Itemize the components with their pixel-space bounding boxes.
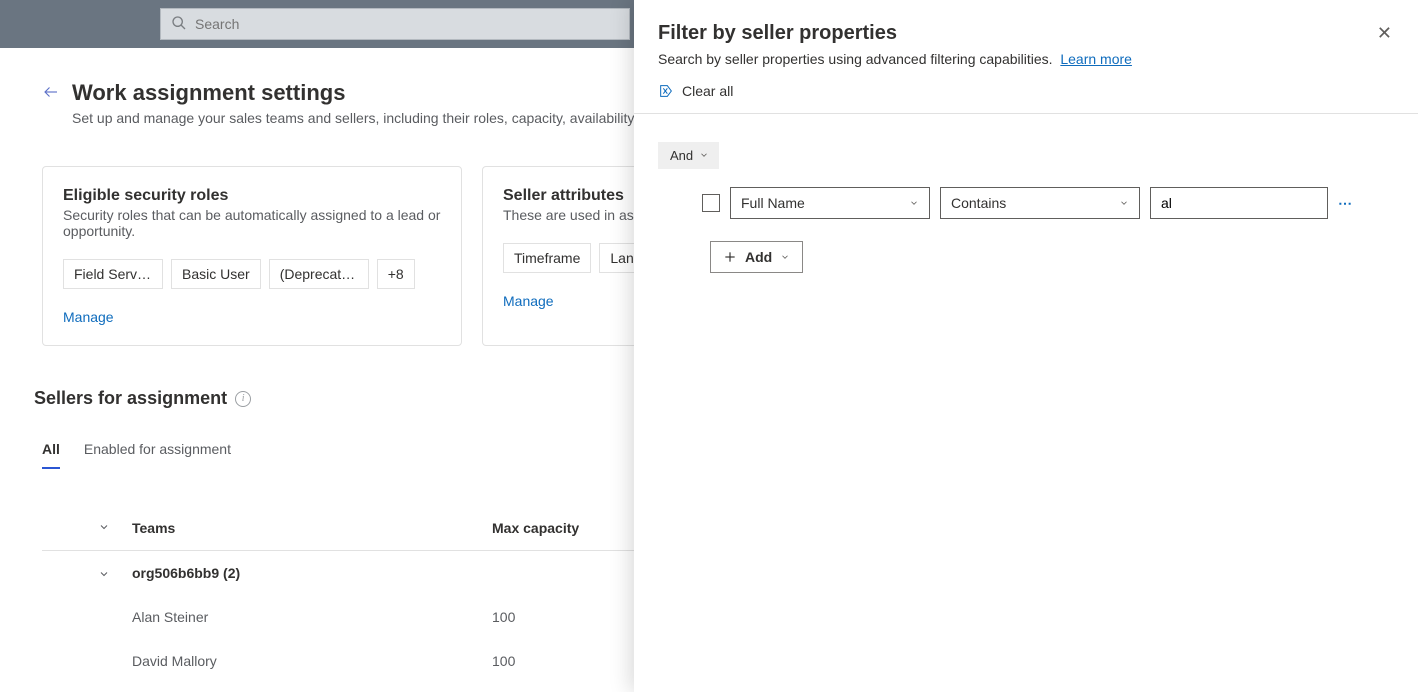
- tab-all[interactable]: All: [42, 441, 60, 469]
- operator-dropdown[interactable]: Contains: [940, 187, 1140, 219]
- chevron-down-icon[interactable]: [98, 567, 110, 579]
- filter-condition-row: Full Name Contains ⋯: [702, 187, 1394, 219]
- panel-title: Filter by seller properties: [658, 22, 1375, 45]
- info-icon[interactable]: i: [235, 391, 251, 407]
- seller-capacity: 100: [492, 653, 652, 669]
- learn-more-link[interactable]: Learn more: [1060, 51, 1132, 67]
- back-arrow-icon[interactable]: [42, 83, 60, 104]
- chevron-down-icon: [909, 195, 919, 211]
- search-icon: [171, 15, 195, 34]
- eligible-roles-card: Eligible security roles Security roles t…: [42, 166, 462, 346]
- field-value: Full Name: [741, 195, 805, 211]
- sellers-heading: Sellers for assignment: [34, 388, 227, 409]
- chevron-down-icon: [780, 249, 790, 265]
- value-input[interactable]: [1150, 187, 1328, 219]
- roles-card-title: Eligible security roles: [63, 187, 441, 205]
- clear-all-label: Clear all: [682, 83, 733, 99]
- panel-subtitle: Search by seller properties using advanc…: [658, 51, 1394, 67]
- page-title: Work assignment settings: [72, 80, 345, 106]
- filter-panel: Filter by seller properties ✕ Search by …: [634, 0, 1418, 692]
- role-chip-more[interactable]: +8: [377, 259, 415, 289]
- team-group-name: org506b6bb9 (2): [132, 565, 492, 581]
- clear-all-button[interactable]: Clear all: [658, 83, 1394, 113]
- add-label: Add: [745, 249, 772, 265]
- seller-capacity: 100: [492, 609, 652, 625]
- col-capacity-header[interactable]: Max capacity: [492, 520, 652, 536]
- col-teams-header[interactable]: Teams: [132, 520, 492, 536]
- chevron-down-icon[interactable]: [98, 520, 110, 532]
- role-chip[interactable]: (Deprecate…: [269, 259, 369, 289]
- group-operator-dropdown[interactable]: And: [658, 142, 719, 169]
- group-operator-label: And: [670, 148, 693, 163]
- attr-chip[interactable]: Timeframe: [503, 243, 591, 273]
- seller-name: Alan Steiner: [132, 609, 492, 625]
- role-chip[interactable]: Basic User: [171, 259, 261, 289]
- add-condition-button[interactable]: Add: [710, 241, 803, 273]
- more-options-icon[interactable]: ⋯: [1338, 195, 1354, 212]
- manage-roles-link[interactable]: Manage: [63, 309, 441, 325]
- divider: [634, 113, 1418, 114]
- tab-enabled[interactable]: Enabled for assignment: [84, 441, 231, 469]
- roles-card-subtitle: Security roles that can be automatically…: [63, 207, 441, 239]
- operator-value: Contains: [951, 195, 1006, 211]
- close-icon[interactable]: ✕: [1375, 22, 1394, 44]
- global-search[interactable]: [160, 8, 630, 40]
- role-chip[interactable]: Field Servic…: [63, 259, 163, 289]
- seller-name: David Mallory: [132, 653, 492, 669]
- chevron-down-icon: [1119, 195, 1129, 211]
- field-dropdown[interactable]: Full Name: [730, 187, 930, 219]
- condition-checkbox[interactable]: [702, 194, 720, 212]
- global-search-input[interactable]: [195, 16, 619, 32]
- chevron-down-icon: [699, 148, 709, 163]
- panel-subtitle-text: Search by seller properties using advanc…: [658, 51, 1053, 67]
